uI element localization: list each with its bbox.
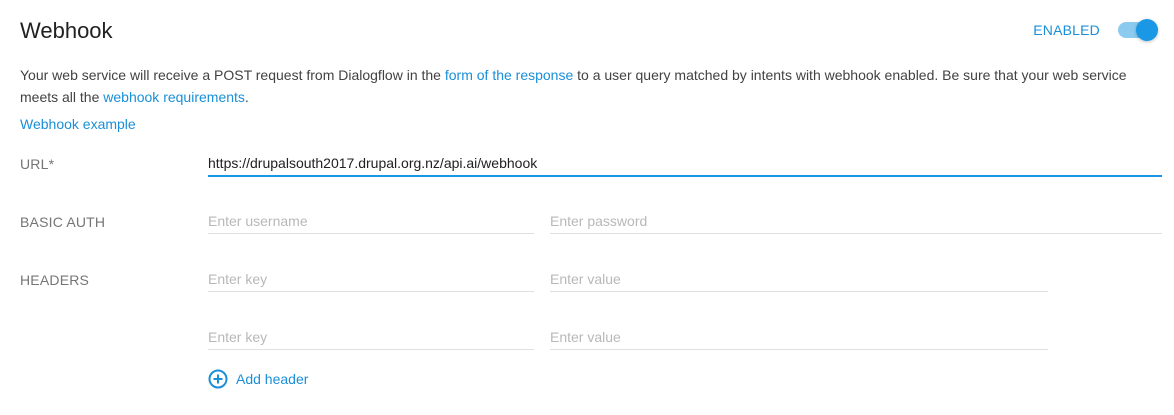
webhook-description: Your web service will receive a POST req… xyxy=(20,64,1160,108)
description-text-3: . xyxy=(244,89,249,105)
header-value-input[interactable] xyxy=(550,325,1048,350)
webhook-example-link[interactable]: Webhook example xyxy=(20,115,136,133)
url-input[interactable] xyxy=(208,151,1162,177)
header-key-input[interactable] xyxy=(208,325,534,350)
url-label: URL* xyxy=(20,156,55,172)
headers-label: HEADERS xyxy=(20,272,90,288)
header-value-input[interactable] xyxy=(550,267,1048,292)
description-text-1: Your web service will receive a POST req… xyxy=(20,67,445,83)
section-title: Webhook xyxy=(20,18,113,43)
webhook-panel: Webhook ENABLED Your web service will re… xyxy=(0,0,1174,415)
form-of-response-link[interactable]: form of the response xyxy=(445,67,573,83)
toggle-label: ENABLED xyxy=(1033,22,1100,38)
header-key-input[interactable] xyxy=(208,267,534,292)
plus-circle-icon[interactable] xyxy=(208,369,228,389)
webhook-enabled-toggle[interactable]: ENABLED xyxy=(1033,19,1158,41)
webhook-requirements-link[interactable]: webhook requirements xyxy=(103,89,245,105)
toggle-knob[interactable] xyxy=(1136,19,1158,41)
add-header-label: Add header xyxy=(236,371,309,387)
username-input[interactable] xyxy=(208,209,534,234)
add-header-button[interactable]: Add header xyxy=(208,369,308,389)
basic-auth-label: BASIC AUTH xyxy=(20,214,106,230)
toggle-switch-icon[interactable] xyxy=(1118,19,1158,41)
password-input[interactable] xyxy=(550,209,1162,234)
